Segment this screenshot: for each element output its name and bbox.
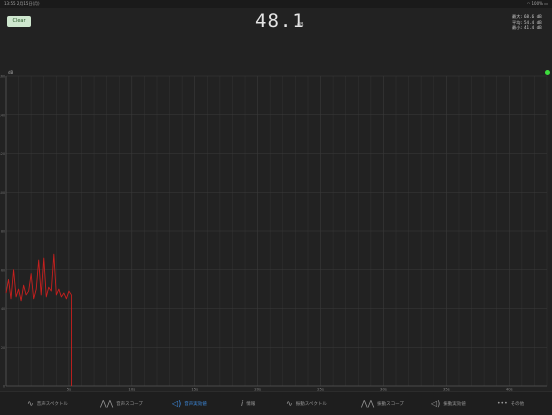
y-tick-label: 20 (1, 346, 5, 350)
tab-vibration-spectrum[interactable]: ∿ 振動スペクトル (286, 392, 327, 415)
spectrum-icon: ∿ (27, 398, 34, 408)
tab-label: 振動スコープ (377, 401, 404, 407)
battery-indicator: ◠ 100% ▭ (527, 1, 548, 6)
tab-sound-spectrum[interactable]: ∿ 音声スペクトル (27, 392, 68, 415)
spectrum-icon: ∿ (286, 398, 293, 408)
y-tick-label: 60 (1, 268, 5, 272)
status-bar: 13:55 2月15日(月) ◠ 100% ▭ (0, 0, 552, 8)
level-trace-line (5, 253, 73, 387)
stats-min: 最小:41.4 dB (512, 25, 548, 31)
info-icon: i (241, 398, 244, 408)
more-icon: ••• (497, 399, 508, 407)
speaker-icon: ◁) (431, 398, 441, 408)
y-tick-label: 160 (0, 75, 5, 79)
battery-icon: ▭ (544, 1, 548, 6)
tab-label: その他 (510, 401, 525, 407)
level-chart: 020406080100120140160dB5s10s15s20s25s30s… (0, 70, 548, 391)
tab-info[interactable]: i 情報 (241, 392, 255, 415)
clear-button[interactable]: Clear (7, 16, 31, 27)
stats-min-label: 最小: (512, 25, 523, 31)
y-tick-label: 0 (3, 385, 5, 389)
tab-label: 音声実効値 (184, 401, 207, 407)
tab-label: 音声スペクトル (36, 401, 68, 407)
y-tick-label: 120 (0, 152, 5, 156)
status-date-text: 2月15日(月) (16, 1, 40, 6)
tab-vibration-scope[interactable]: ⋀⋀ 振動スコープ (361, 392, 404, 415)
status-time: 13:55 2月15日(月) (4, 1, 40, 7)
tab-label: 情報 (246, 401, 256, 407)
wifi-icon: ◠ (526, 1, 531, 6)
db-unit: dB (297, 22, 304, 28)
tab-label: 音声スコープ (116, 401, 143, 407)
tab-sound-rms[interactable]: ◁) 音声実効値 (172, 392, 207, 415)
stats-max-value: 68.6 dB (524, 14, 542, 19)
chart-area[interactable]: 020406080100120140160dB5s10s15s20s25s30s… (0, 66, 552, 391)
speaker-icon: ◁) (172, 398, 182, 408)
stats-panel: 最大:68.6 dB 平均:54.4 dB 最小:41.4 dB (512, 14, 548, 31)
y-tick-label: 140 (0, 113, 5, 117)
y-tick-label: 40 (1, 307, 5, 311)
stats-avg-value: 54.4 dB (524, 19, 542, 25)
tab-label: 振動スペクトル (295, 401, 327, 407)
scope-icon: ⋀⋀ (361, 398, 375, 408)
tab-label: 振動実効値 (443, 401, 466, 407)
y-axis-label: dB (8, 70, 14, 75)
scope-icon: ⋀⋀ (100, 398, 114, 408)
recording-indicator (545, 70, 550, 75)
tab-sound-scope[interactable]: ⋀⋀ 音声スコープ (100, 392, 143, 415)
tab-more[interactable]: ••• その他 (497, 392, 524, 415)
tab-bar: ∿ 音声スペクトル ⋀⋀ 音声スコープ ◁) 音声実効値 i 情報 ∿ 振動スペ… (0, 391, 552, 415)
y-tick-label: 80 (1, 230, 5, 234)
y-tick-label: 100 (0, 191, 5, 195)
header: Clear 48.1 dB 最大:68.6 dB 平均:54.4 dB 最小:4… (0, 8, 552, 66)
status-time-text: 13:55 (4, 1, 16, 6)
battery-text: 100% (531, 1, 543, 6)
tab-vibration-rms[interactable]: ◁) 振動実効値 (431, 392, 466, 415)
stats-min-value: 41.4 dB (524, 25, 542, 31)
db-readout: 48.1 (255, 10, 305, 32)
